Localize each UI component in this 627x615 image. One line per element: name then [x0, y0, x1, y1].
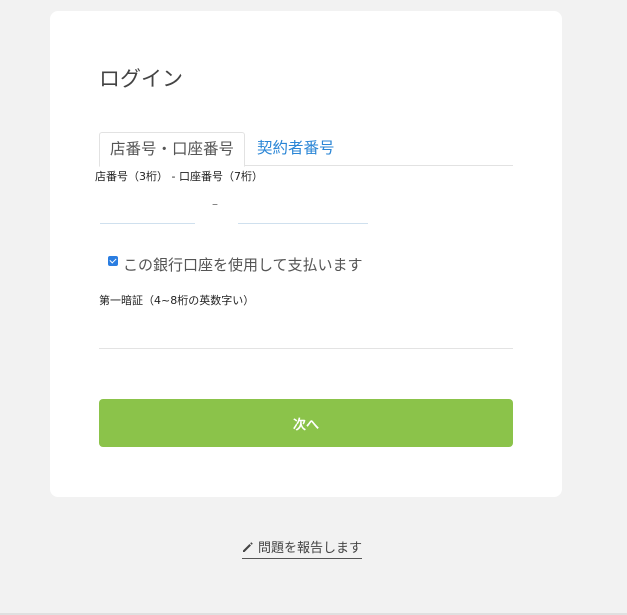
account-number-input[interactable]: [238, 197, 368, 224]
pin-field-label: 第一暗証（4~8桁の英数字い）: [99, 294, 255, 307]
login-card: ログイン 店番号・口座番号 契約者番号 店番号（3桁） - 口座番号（7桁） –…: [50, 11, 562, 497]
tab-contract-number[interactable]: 契約者番号: [247, 132, 345, 167]
pin-input[interactable]: [99, 319, 513, 349]
tab-branch-account[interactable]: 店番号・口座番号: [99, 132, 246, 167]
page-title: ログイン: [99, 67, 183, 91]
pencil-icon: [242, 541, 254, 553]
use-account-checkbox[interactable]: [108, 256, 118, 266]
use-account-label[interactable]: この銀行口座を使用して支払います: [123, 254, 363, 275]
account-field-label: 店番号（3桁） - 口座番号（7桁）: [95, 170, 263, 183]
account-separator: –: [212, 197, 218, 211]
login-method-tabs: 店番号・口座番号 契約者番号: [99, 132, 513, 167]
report-problem-link[interactable]: 問題を報告します: [242, 537, 363, 559]
next-button[interactable]: 次へ: [99, 399, 513, 447]
branch-number-input[interactable]: [100, 197, 195, 224]
report-problem-label: 問題を報告します: [258, 541, 363, 556]
